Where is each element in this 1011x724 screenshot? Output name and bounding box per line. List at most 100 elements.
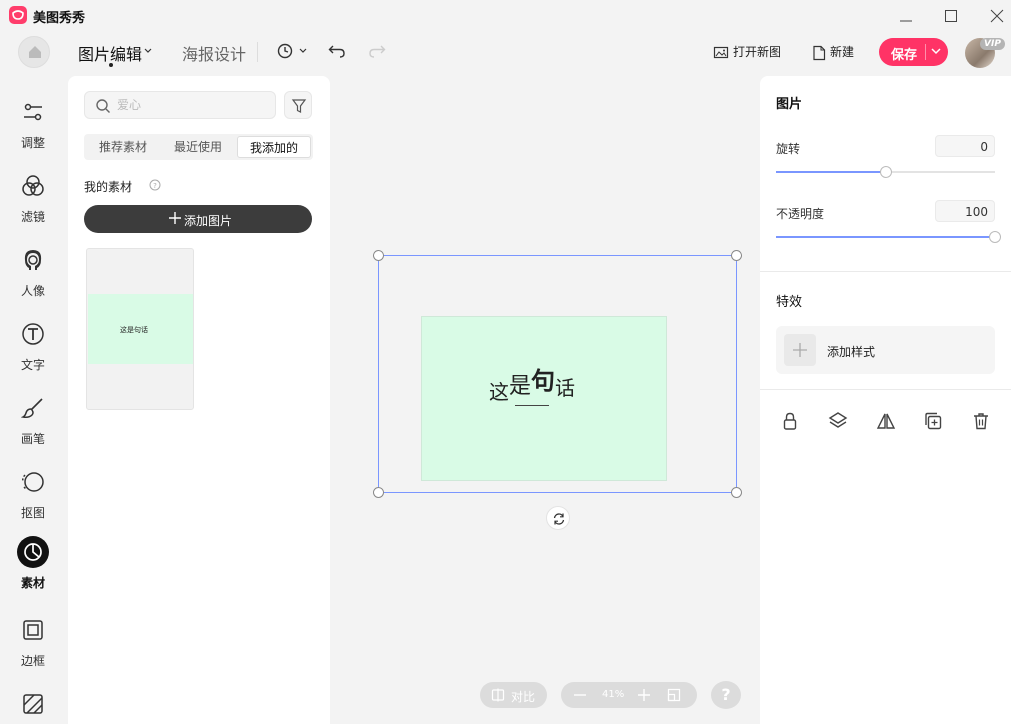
sidebar-item-adjust[interactable]: 调整 [0, 96, 66, 166]
undo-icon[interactable] [328, 42, 346, 60]
left-nav: 调整 滤镜 人像 文字 画笔 抠图 素材 边框 [0, 76, 66, 724]
layers-icon[interactable] [828, 411, 848, 431]
rotate-slider[interactable] [776, 166, 995, 178]
fit-screen-icon[interactable] [667, 688, 681, 702]
active-tab-indicator [109, 63, 113, 67]
vip-badge: VIP [980, 38, 1005, 50]
redo-icon[interactable] [368, 42, 386, 60]
thumbnail-text: 这是句话 [120, 326, 148, 334]
resize-handle-top-left[interactable] [373, 250, 384, 261]
tab-my-added[interactable]: 我添加的 [237, 136, 311, 158]
save-options-chevron-icon[interactable] [930, 47, 942, 57]
app-logo-icon [9, 6, 27, 24]
rotate-icon [553, 513, 565, 525]
help-button[interactable]: ? [711, 681, 741, 709]
filter-button[interactable] [284, 91, 312, 119]
add-image-button[interactable]: 添加图片 [84, 205, 312, 233]
save-label: 保存 [891, 48, 918, 63]
sidebar-item-frame[interactable]: 边框 [0, 614, 66, 684]
material-thumbnail[interactable]: 这是句话 [86, 248, 194, 410]
zoom-level: 41% [602, 689, 625, 700]
plus-icon [169, 212, 181, 224]
my-materials-title: 我的素材 [84, 180, 133, 194]
resize-handle-bottom-left[interactable] [373, 487, 384, 498]
opacity-label: 不透明度 [776, 207, 825, 221]
sidebar-item-label: 文字 [20, 358, 45, 372]
selection-box[interactable] [378, 255, 737, 493]
sidebar-item-label: 画笔 [20, 432, 45, 446]
home-icon [29, 46, 41, 58]
tab-recommended[interactable]: 推荐素材 [86, 136, 160, 158]
rotate-slider-thumb[interactable] [879, 166, 892, 178]
flip-icon[interactable] [876, 411, 896, 431]
sidebar-item-label: 调整 [20, 136, 45, 150]
sticker-icon [24, 543, 42, 561]
minimize-icon[interactable] [898, 8, 914, 24]
panel-divider [760, 389, 1011, 390]
opacity-slider[interactable] [776, 231, 1001, 243]
sidebar-item-portrait[interactable]: 人像 [0, 244, 66, 314]
sidebar-item-sticker[interactable]: 素材 [0, 536, 66, 606]
sidebar-item-label: 抠图 [20, 506, 45, 520]
rotate-slider-fill [776, 171, 886, 173]
image-open-icon [713, 46, 729, 58]
sidebar-item-brush[interactable]: 画笔 [0, 392, 66, 462]
close-icon[interactable] [989, 8, 1005, 24]
resize-handle-top-right[interactable] [731, 250, 742, 261]
compare-icon [491, 688, 505, 702]
new-button[interactable]: 新建 [812, 43, 854, 61]
lock-icon[interactable] [780, 411, 800, 431]
frame-icon [23, 620, 43, 640]
sidebar-item-text[interactable]: 文字 [0, 318, 66, 388]
title-bar: 美图秀秀 [0, 0, 1011, 32]
add-style-button[interactable]: 添加样式 [776, 326, 995, 374]
compare-button[interactable]: 对比 [480, 682, 547, 708]
tab-recent[interactable]: 最近使用 [161, 136, 235, 158]
sidebar-item-label: 人像 [20, 284, 45, 298]
opacity-value-input[interactable]: 100 [935, 200, 995, 222]
pattern-icon [23, 694, 43, 714]
search-icon [96, 99, 110, 113]
sidebar-item-label: 素材 [20, 576, 45, 590]
save-button[interactable]: 保存 [879, 38, 948, 66]
search-input[interactable] [117, 96, 267, 114]
cutout-icon [22, 472, 44, 492]
open-new-image-button[interactable]: 打开新图 [713, 43, 781, 61]
canvas-area: 这是句话 对比 41% ? [330, 76, 760, 724]
properties-panel: 图片 旋转 0 不透明度 100 特效 添加样式 [760, 76, 1011, 724]
plus-icon [793, 343, 807, 357]
search-box[interactable] [84, 91, 276, 119]
panel-divider [760, 271, 1011, 272]
toolbar-divider [257, 42, 258, 62]
duplicate-icon[interactable] [923, 411, 943, 431]
sidebar-item-filter[interactable]: 滤镜 [0, 170, 66, 240]
trash-icon[interactable] [971, 411, 991, 431]
zoom-in-icon[interactable] [637, 688, 651, 702]
add-image-label: 添加图片 [184, 214, 233, 228]
resize-handle-bottom-right[interactable] [731, 487, 742, 498]
effects-title: 特效 [776, 295, 803, 310]
add-style-label: 添加样式 [827, 345, 876, 359]
sidebar-item-label: 边框 [20, 654, 45, 668]
brush-icon [21, 398, 43, 418]
chevron-down-icon [144, 48, 152, 53]
zoom-controls: 41% [561, 682, 697, 708]
rotate-handle[interactable] [546, 506, 570, 530]
maximize-icon[interactable] [943, 8, 959, 24]
funnel-icon [291, 99, 307, 113]
portrait-icon [24, 250, 42, 270]
home-button[interactable] [18, 36, 50, 68]
opacity-slider-thumb[interactable] [989, 231, 1001, 243]
filter-circles-icon [22, 175, 44, 196]
help-circle-icon[interactable]: ? [149, 179, 161, 191]
rotate-value-input[interactable]: 0 [935, 135, 995, 157]
opacity-slider-fill [776, 236, 995, 238]
tab-image-edit[interactable]: 图片编辑 [78, 41, 153, 65]
sliders-icon [24, 103, 42, 121]
new-file-icon [813, 45, 826, 60]
tab-poster-design[interactable]: 海报设计 [182, 41, 246, 65]
history-icon[interactable] [276, 42, 308, 60]
sidebar-item-cutout[interactable]: 抠图 [0, 466, 66, 536]
zoom-out-icon[interactable] [573, 688, 587, 702]
sidebar-item-pattern[interactable] [0, 688, 66, 724]
